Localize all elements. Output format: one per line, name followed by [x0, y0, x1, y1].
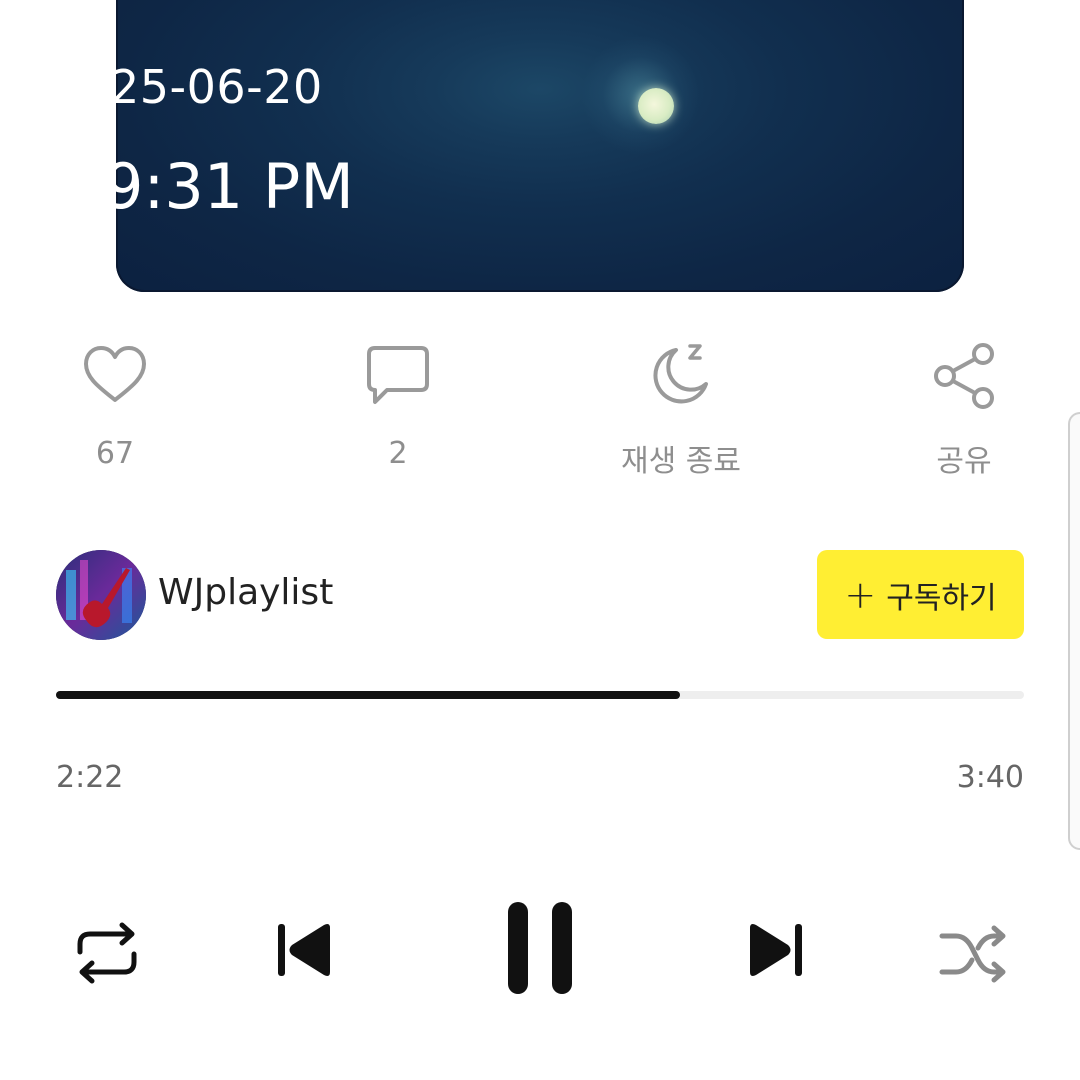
avatar-image: [56, 550, 146, 640]
shuffle-icon: [939, 925, 1006, 983]
sleep-timer-button[interactable]: 재생 종료: [591, 340, 771, 480]
next-button[interactable]: [744, 918, 808, 986]
channel-name[interactable]: WJplaylist: [158, 572, 333, 613]
comment-icon: [367, 346, 429, 404]
music-player-screen: 25-06-20 9:31 PM 67 2 재생 종료 공유 WJplaylis…: [0, 0, 1080, 1080]
repeat-icon: [77, 922, 137, 984]
edge-panel-handle[interactable]: [1068, 412, 1080, 850]
heart-icon: [84, 346, 146, 402]
previous-button[interactable]: [272, 918, 336, 986]
shuffle-button[interactable]: [938, 918, 1008, 992]
seek-bar[interactable]: [56, 691, 1024, 699]
subscribe-label: 구독하기: [886, 580, 997, 616]
share-label: 공유: [936, 444, 992, 479]
pause-icon: [508, 902, 572, 994]
overlay-time: 9:31 PM: [104, 150, 354, 223]
skip-previous-icon: [278, 924, 330, 976]
moon-image: [638, 88, 674, 124]
channel-avatar[interactable]: [56, 550, 146, 640]
seek-bar-progress: [56, 691, 681, 699]
comment-button[interactable]: 2: [308, 340, 488, 471]
like-button[interactable]: 67: [25, 340, 205, 471]
album-artwork[interactable]: [116, 0, 964, 292]
repeat-button[interactable]: [72, 918, 142, 992]
skip-next-icon: [750, 924, 802, 976]
pause-button[interactable]: [500, 900, 580, 1000]
total-time: 3:40: [956, 760, 1024, 795]
elapsed-time: 2:22: [56, 760, 124, 795]
moon-sleep-icon: [653, 344, 708, 404]
sleep-timer-label: 재생 종료: [621, 444, 741, 479]
share-icon: [934, 343, 994, 409]
comment-count: 2: [388, 436, 408, 471]
plus-icon: +: [844, 572, 877, 617]
like-count: 67: [95, 436, 135, 471]
subscribe-button[interactable]: + 구독하기: [817, 550, 1024, 639]
share-button[interactable]: 공유: [874, 340, 1054, 480]
overlay-date: 25-06-20: [110, 60, 323, 114]
